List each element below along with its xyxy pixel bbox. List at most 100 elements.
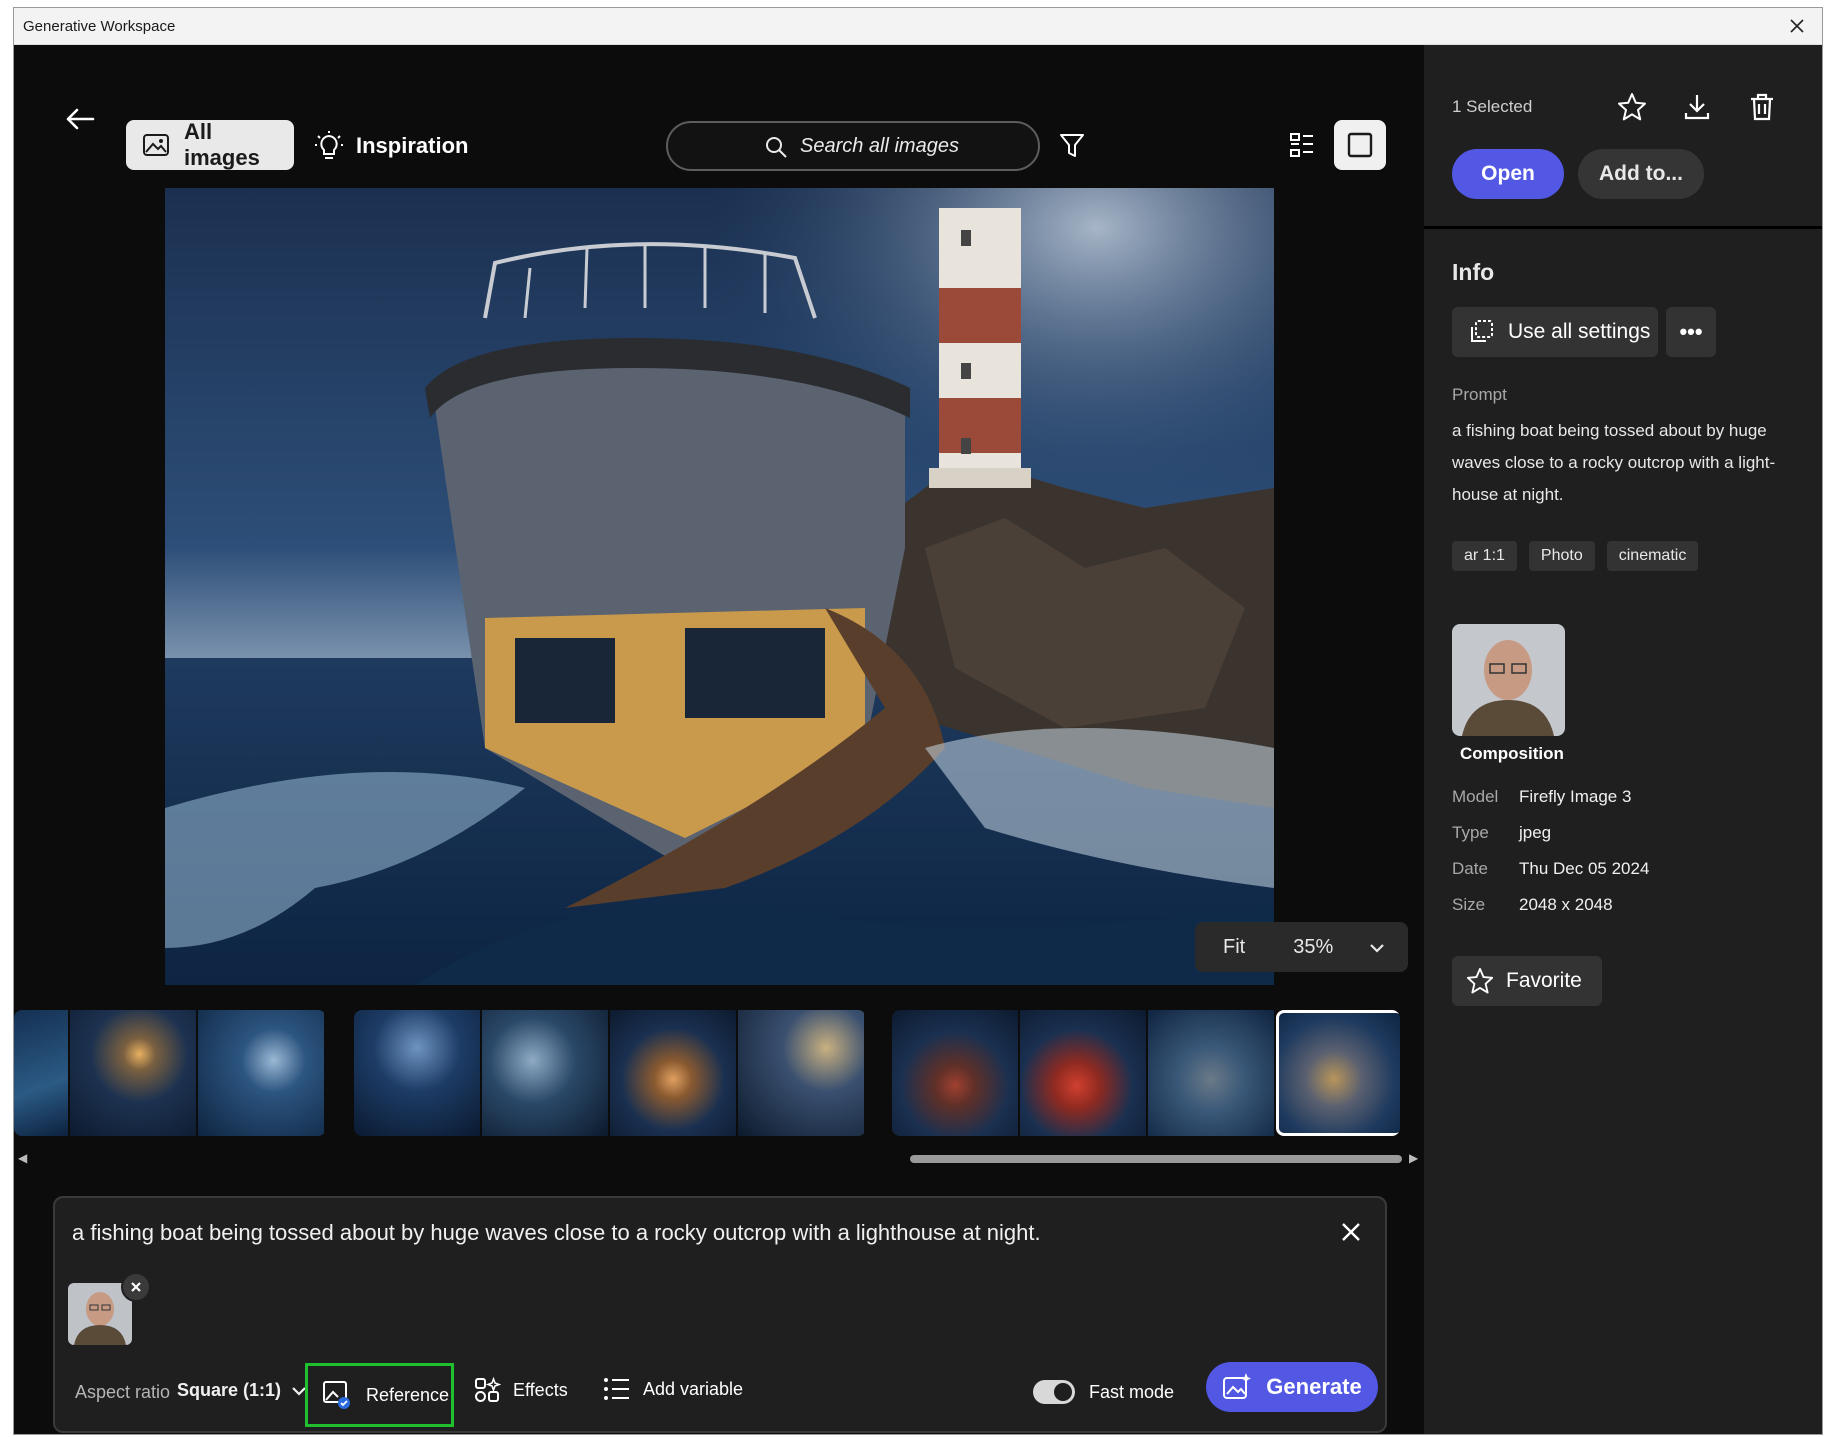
metadata-value: jpeg	[1519, 823, 1552, 842]
list-view-button[interactable]	[1282, 125, 1322, 165]
thumbnail-selected[interactable]	[1276, 1010, 1400, 1136]
fast-mode-label: Fast mode	[1089, 1381, 1175, 1402]
all-images-tab[interactable]: All images	[126, 119, 294, 170]
fast-mode-toggle[interactable]	[1033, 1380, 1075, 1404]
single-view-button[interactable]	[1334, 120, 1386, 170]
divider	[1424, 226, 1822, 229]
lightbulb-icon	[315, 131, 343, 159]
scroll-right-button[interactable]: ▶	[1409, 1151, 1418, 1165]
zoom-value: 35%	[1293, 935, 1334, 958]
composition-label: Composition	[1460, 744, 1564, 763]
main-area: All images Inspiration Search all images…	[14, 45, 1424, 1434]
back-button[interactable]	[58, 97, 102, 141]
remove-reference-button[interactable]	[121, 1272, 151, 1302]
inspiration-tab[interactable]: Inspiration	[314, 123, 468, 169]
prompt-input[interactable]: a fishing boat being tossed about by hug…	[72, 1220, 1272, 1246]
person-photo	[1452, 624, 1565, 736]
thumbnail-group-2	[354, 1010, 866, 1136]
metadata-list: Model Firefly Image 3 Type jpeg Date Thu De…	[1452, 787, 1792, 931]
trash-icon	[1751, 93, 1773, 121]
open-button[interactable]: Open	[1452, 149, 1564, 199]
add-variable-button[interactable]: Add variable	[603, 1376, 743, 1402]
thumbnail[interactable]	[354, 1010, 482, 1136]
effects-icon	[475, 1376, 501, 1402]
image-icon	[142, 134, 169, 156]
filter-icon	[1060, 134, 1084, 157]
copy-settings-icon	[1471, 320, 1493, 342]
download-icon	[1684, 95, 1710, 120]
thumbnail-group-1	[14, 1010, 326, 1136]
generate-label: Generate	[1266, 1374, 1362, 1399]
thumbnail[interactable]	[892, 1010, 1020, 1136]
close-icon	[1342, 1223, 1360, 1241]
thumbnail[interactable]	[70, 1010, 198, 1136]
more-options-button[interactable]: •••	[1666, 307, 1716, 357]
zoom-dropdown-button[interactable]	[1369, 936, 1385, 959]
close-icon	[1790, 19, 1804, 33]
thumbnail-scrollbar[interactable]	[910, 1155, 1402, 1163]
tag-list: ar 1:1 Photo cinematic	[1452, 541, 1699, 571]
scroll-left-button[interactable]: ◀	[18, 1151, 27, 1165]
search-box[interactable]	[666, 121, 1040, 171]
composition-reference-thumbnail[interactable]	[1452, 624, 1565, 736]
window-title: Generative Workspace	[23, 18, 176, 35]
generate-icon	[1223, 1373, 1252, 1399]
thumbnail[interactable]	[1148, 1010, 1276, 1136]
info-heading: Info	[1452, 259, 1495, 285]
aspect-ratio-dropdown[interactable]: Square (1:1)	[177, 1380, 307, 1401]
prompt-text: a fishing boat being tossed about by hug…	[1452, 421, 1776, 504]
download-button[interactable]	[1677, 87, 1717, 127]
filter-button[interactable]	[1054, 127, 1090, 163]
list-icon	[604, 1378, 629, 1400]
aspect-ratio-value: Square (1:1)	[177, 1380, 282, 1400]
info-sidebar: 1 Selected Open Add to... Info Use all s…	[1424, 45, 1822, 1434]
add-variable-label: Add variable	[643, 1378, 744, 1399]
search-input[interactable]	[800, 134, 1030, 158]
aspect-ratio-label: Aspect ratio	[75, 1382, 171, 1402]
star-button[interactable]	[1612, 87, 1652, 127]
metadata-key: Size	[1452, 895, 1486, 914]
fit-button[interactable]: Fit	[1223, 936, 1245, 959]
chevron-down-icon	[1370, 943, 1385, 953]
prompt-label: Prompt	[1452, 385, 1507, 404]
zoom-control: Fit 35%	[1195, 922, 1408, 972]
preview-image[interactable]	[165, 188, 1274, 985]
star-icon	[1466, 967, 1494, 994]
tag: Photo	[1528, 541, 1595, 571]
metadata-value: Firefly Image 3	[1519, 787, 1632, 806]
close-window-button[interactable]	[1784, 13, 1810, 39]
add-to-button[interactable]: Add to...	[1578, 149, 1704, 199]
title-bar: Generative Workspace	[14, 8, 1822, 45]
use-all-settings-button[interactable]: Use all settings	[1452, 307, 1658, 357]
fast-mode-control: Fast mode	[1033, 1380, 1174, 1404]
metadata-row: Model Firefly Image 3	[1452, 787, 1792, 823]
metadata-key: Date	[1452, 859, 1488, 878]
reference-image-icon	[323, 1381, 350, 1409]
reference-button[interactable]: Reference	[305, 1363, 454, 1427]
prompt-controls: Aspect ratio Square (1:1) Reference Effe…	[55, 1360, 1385, 1427]
thumbnail[interactable]	[1020, 1010, 1148, 1136]
thumbnail[interactable]	[738, 1010, 866, 1136]
selected-count: 1 Selected	[1452, 97, 1533, 116]
metadata-row: Type jpeg	[1452, 823, 1792, 859]
thumbnail[interactable]	[610, 1010, 738, 1136]
generate-button[interactable]: Generate	[1206, 1362, 1378, 1412]
prompt-panel: a fishing boat being tossed about by hug…	[53, 1196, 1387, 1433]
metadata-key: Model	[1452, 787, 1499, 806]
thumbnail[interactable]	[198, 1010, 326, 1136]
star-icon	[1618, 93, 1646, 121]
favorite-button[interactable]: Favorite	[1452, 956, 1602, 1006]
thumbnail[interactable]	[482, 1010, 610, 1136]
search-icon	[766, 137, 787, 158]
all-images-label: All images	[183, 119, 260, 170]
metadata-value: Thu Dec 05 2024	[1519, 859, 1650, 878]
delete-button[interactable]	[1742, 87, 1782, 127]
tag: ar 1:1	[1452, 541, 1517, 571]
thumbnail[interactable]	[14, 1010, 70, 1136]
clear-prompt-button[interactable]	[1335, 1216, 1367, 1248]
boat-lighthouse-image	[165, 188, 1274, 985]
thumbnail-group-3	[892, 1010, 1400, 1136]
close-icon	[131, 1282, 141, 1292]
effects-button[interactable]: Effects	[473, 1376, 568, 1404]
toggle-knob	[1054, 1383, 1072, 1401]
